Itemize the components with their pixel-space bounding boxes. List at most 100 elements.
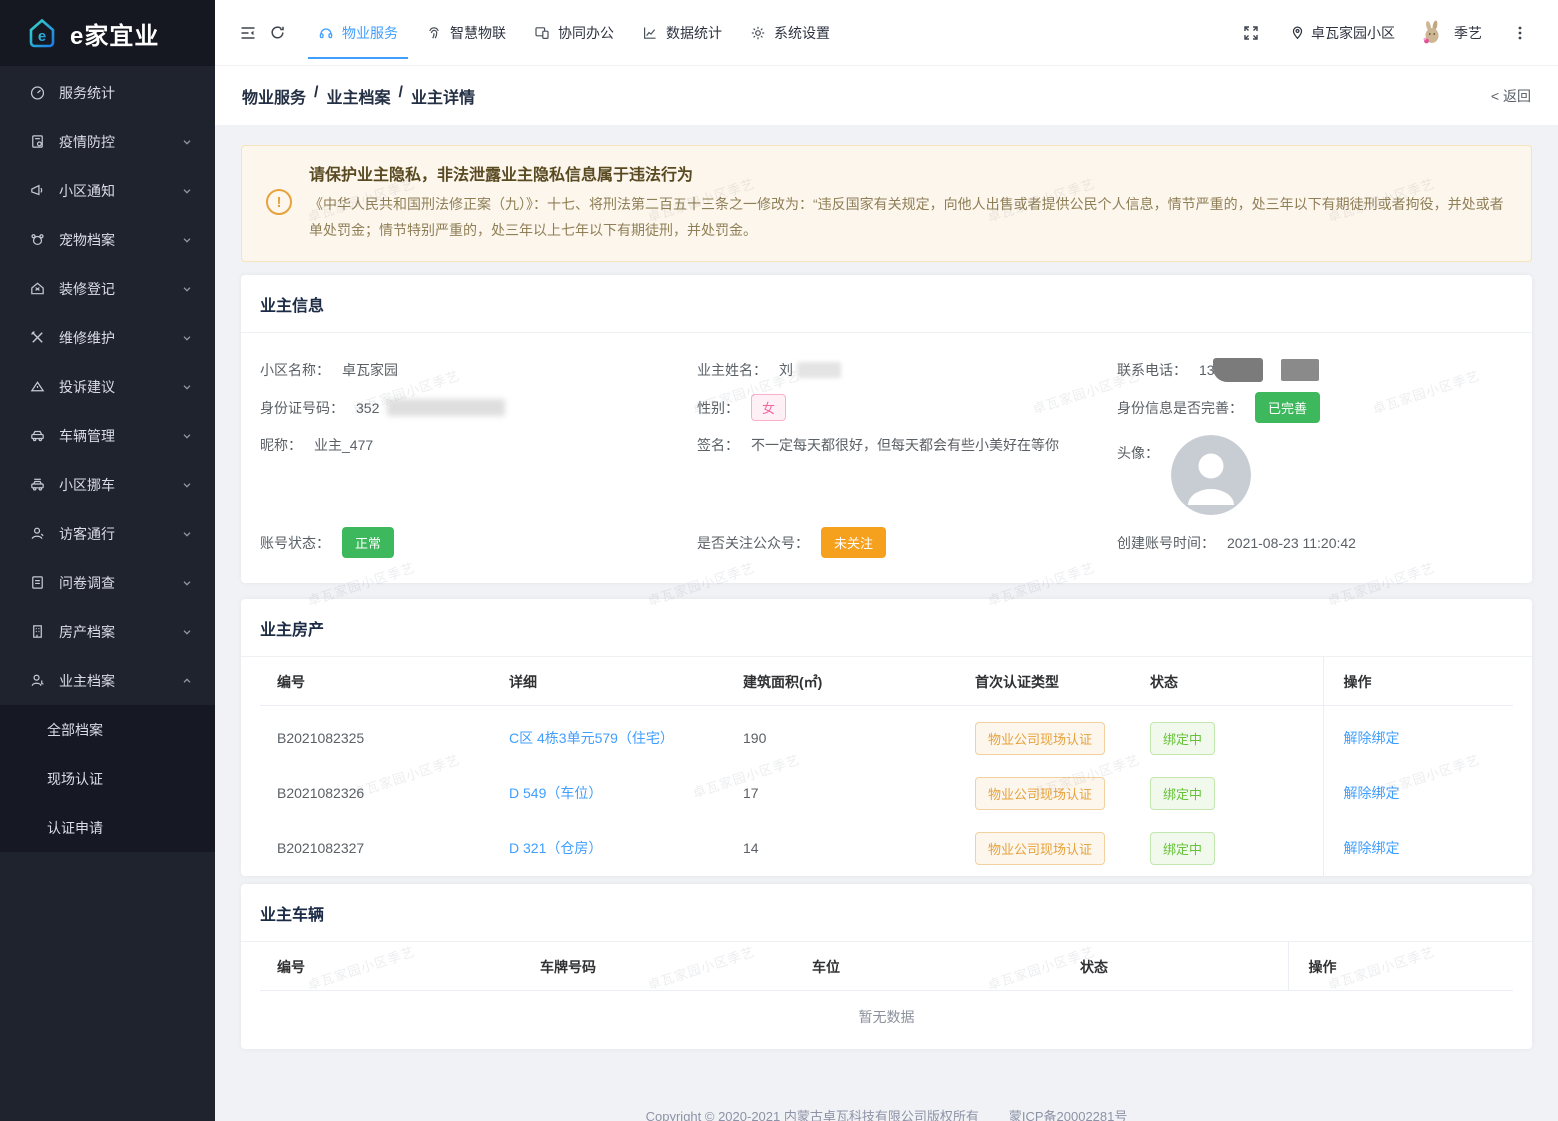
gender-badge: 女 xyxy=(751,394,786,421)
col-header-id: 编号 xyxy=(260,657,492,706)
user-menu[interactable]: 季艺 xyxy=(1419,20,1482,46)
status-badge: 绑定中 xyxy=(1150,832,1215,865)
sidebar-item-service-stats[interactable]: 服务统计 xyxy=(0,68,215,117)
unbind-link[interactable]: 解除绑定 xyxy=(1344,785,1400,801)
property-detail-link[interactable]: D 549（车位） xyxy=(509,785,602,801)
sidebar-item-label: 小区通知 xyxy=(59,181,115,201)
more-menu-icon[interactable] xyxy=(1506,19,1534,47)
owner-vehicle-table: 编号 车牌号码 车位 状态 操作 暂无数据 xyxy=(260,942,1513,1049)
back-link[interactable]: < 返回 xyxy=(1491,86,1531,106)
table-header-row: 编号 车牌号码 车位 状态 操作 xyxy=(260,942,1513,991)
sidebar-item-complaints-suggestions[interactable]: 投诉建议 xyxy=(0,362,215,411)
megaphone-icon xyxy=(29,182,46,199)
building-icon xyxy=(29,623,46,640)
owner-info-card: 业主信息 小区名称： 卓瓦家园 业主姓名： 刘 联系电话： 13 xyxy=(241,275,1532,583)
sidebar-item-community-car-moving[interactable]: 小区挪车 xyxy=(0,460,215,509)
follow-official-badge: 未关注 xyxy=(821,527,886,558)
chevron-down-icon xyxy=(181,283,193,295)
privacy-alert-body: 《中华人民共和国刑法修正案（九）》：十七、将刑法第二百五十三条之一修改为：“违反… xyxy=(309,192,1507,244)
redacted-phone-part2 xyxy=(1281,359,1319,381)
sidebar-item-repair-maintenance[interactable]: 维修维护 xyxy=(0,313,215,362)
sidebar-item-property-records[interactable]: 房产档案 xyxy=(0,607,215,656)
table-header-row: 编号 详细 建筑面积(㎡) 首次认证类型 状态 操作 xyxy=(260,657,1513,706)
sidebar-item-vehicle-management[interactable]: 车辆管理 xyxy=(0,411,215,460)
survey-icon xyxy=(29,574,46,591)
chevron-down-icon xyxy=(181,430,193,442)
sidebar-item-label: 宠物档案 xyxy=(59,230,115,250)
sidebar-item-pet-records[interactable]: 宠物档案 xyxy=(0,215,215,264)
sidebar-item-epidemic-control[interactable]: 疫情防控 xyxy=(0,117,215,166)
col-header-area: 建筑面积(㎡) xyxy=(726,657,958,706)
tab-data-statistics[interactable]: 数据统计 xyxy=(628,0,736,65)
sidebar-subitem-label: 全部档案 xyxy=(47,720,103,740)
col-header-auth-type: 首次认证类型 xyxy=(958,657,1133,706)
icp-number: 蒙ICP备20002281号 xyxy=(1009,1106,1128,1121)
field-community-name: 小区名称： 卓瓦家园 xyxy=(260,360,697,380)
property-area: 14 xyxy=(726,821,958,876)
table-row: B2021082326 D 549（车位） 17 物业公司现场认证 绑定中 解除… xyxy=(260,766,1513,821)
sidebar-item-questionnaire[interactable]: 问卷调查 xyxy=(0,558,215,607)
chart-icon xyxy=(642,25,658,41)
user-name: 季艺 xyxy=(1454,23,1482,43)
tab-collaborative-office[interactable]: 协同办公 xyxy=(520,0,628,65)
unbind-link[interactable]: 解除绑定 xyxy=(1344,840,1400,856)
app-logo[interactable]: e e家宜业 xyxy=(0,0,215,66)
unbind-link[interactable]: 解除绑定 xyxy=(1344,730,1400,746)
breadcrumb-item-owner-detail: 业主详情 xyxy=(411,84,475,108)
sidebar-item-label: 服务统计 xyxy=(59,83,115,103)
community-name: 卓瓦家园小区 xyxy=(1311,23,1395,43)
sidebar-item-community-notice[interactable]: 小区通知 xyxy=(0,166,215,215)
chevron-down-icon xyxy=(181,234,193,246)
tab-property-service[interactable]: 物业服务 xyxy=(304,0,412,65)
breadcrumb-separator: / xyxy=(398,84,402,108)
field-identity-complete: 身份信息是否完善： 已完善 xyxy=(1117,392,1513,423)
redacted-id-number xyxy=(387,399,505,416)
sidebar-item-visitor-access[interactable]: 访客通行 xyxy=(0,509,215,558)
sidebar-item-label: 车辆管理 xyxy=(59,426,115,446)
gauge-icon xyxy=(29,84,46,101)
table-row: B2021082327 D 321（仓房） 14 物业公司现场认证 绑定中 解除… xyxy=(260,821,1513,876)
property-detail-link[interactable]: C区 4栋3单元579（住宅） xyxy=(509,730,674,746)
chevron-down-icon xyxy=(181,479,193,491)
sidebar-item-label: 疫情防控 xyxy=(59,132,115,152)
col-header-status: 状态 xyxy=(1063,942,1288,991)
logo-house-icon: e xyxy=(24,15,60,51)
sidebar-subitem-auth-application[interactable]: 认证申请 xyxy=(0,803,215,852)
breadcrumb-item-property-service[interactable]: 物业服务 xyxy=(242,84,306,108)
sidebar-item-owner-records[interactable]: 业主档案 xyxy=(0,656,215,705)
top-nav-tabs: 物业服务 智慧物联 协同办公 数据统计 系统设置 xyxy=(304,0,844,65)
property-detail-link[interactable]: D 321（仓房） xyxy=(509,840,602,856)
sidebar-item-label: 装修登记 xyxy=(59,279,115,299)
sidebar: e e家宜业 服务统计 疫情防控 小区通知 宠物档案 装修登记 xyxy=(0,0,215,1121)
col-header-action: 操作 xyxy=(1288,942,1513,991)
sidebar-subitem-all-records[interactable]: 全部档案 xyxy=(0,705,215,754)
warning-circle-icon: ! xyxy=(266,189,292,215)
chevron-down-icon xyxy=(181,626,193,638)
owner-name-value: 刘 xyxy=(779,360,793,380)
sidebar-subitem-onsite-auth[interactable]: 现场认证 xyxy=(0,754,215,803)
chevron-down-icon xyxy=(181,528,193,540)
pet-icon xyxy=(29,231,46,248)
car-icon xyxy=(29,427,46,444)
tab-smart-iot[interactable]: 智慧物联 xyxy=(412,0,520,65)
breadcrumb-item-owner-records[interactable]: 业主档案 xyxy=(326,84,390,108)
fullscreen-icon[interactable] xyxy=(1236,18,1266,48)
community-selector[interactable]: 卓瓦家园小区 xyxy=(1290,23,1395,43)
field-gender: 性别： 女 xyxy=(697,394,1117,421)
page-footer: Copyright © 2020-2021 内蒙古卓瓦科技有限公司版权所有 蒙I… xyxy=(241,1049,1532,1121)
community-name-value: 卓瓦家园 xyxy=(342,360,398,380)
tab-system-settings[interactable]: 系统设置 xyxy=(736,0,844,65)
owner-vehicle-card: 业主车辆 编号 车牌号码 车位 状态 操作 xyxy=(241,884,1532,1049)
user-avatar xyxy=(1419,20,1445,46)
gear-icon xyxy=(750,25,766,41)
sidebar-item-label: 投诉建议 xyxy=(59,377,115,397)
topbar-right: 卓瓦家园小区 季艺 xyxy=(1236,18,1534,48)
refresh-icon[interactable] xyxy=(263,18,292,47)
chevron-up-icon xyxy=(181,675,193,687)
collapse-sidebar-button[interactable] xyxy=(233,18,263,48)
sidebar-item-renovation-registration[interactable]: 装修登记 xyxy=(0,264,215,313)
sidebar-item-label: 问卷调查 xyxy=(59,573,115,593)
privacy-alert-title: 请保护业主隐私，非法泄露业主隐私信息属于违法行为 xyxy=(309,161,1507,185)
field-id-number: 身份证号码： 352 xyxy=(260,398,697,418)
field-nickname: 昵称： 业主_477 xyxy=(260,435,697,455)
